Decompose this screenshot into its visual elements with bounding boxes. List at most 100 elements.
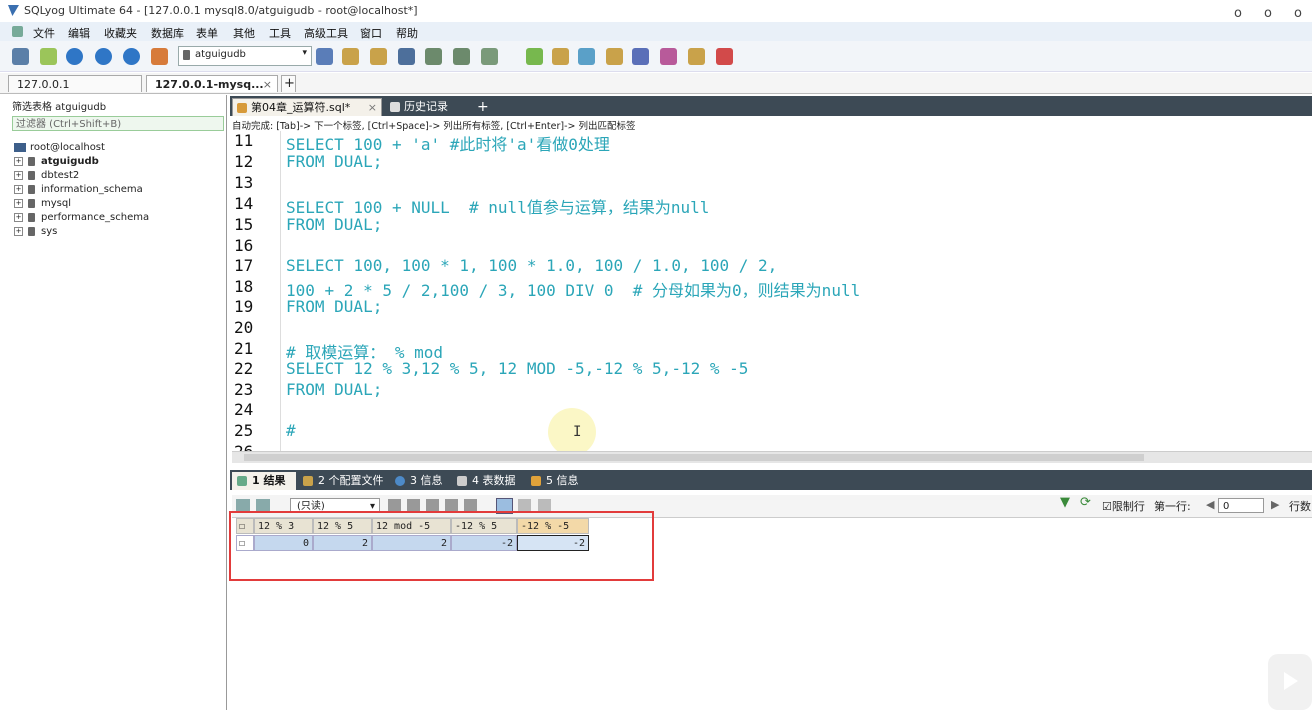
refresh-icon[interactable] xyxy=(464,499,477,511)
connection-tab-active[interactable]: 127.0.0.1-mysq... × xyxy=(146,75,278,92)
limit-rows-label: 限制行 xyxy=(1111,500,1145,513)
expand-icon[interactable]: + xyxy=(14,198,23,208)
expand-icon[interactable]: + xyxy=(14,212,23,222)
schema-designer-icon[interactable] xyxy=(481,48,498,65)
chevron-down-icon: ▾ xyxy=(302,48,307,58)
line-number: 16 xyxy=(234,236,254,255)
line-number: 14 xyxy=(234,194,254,213)
connection-tab[interactable]: 127.0.0.1 xyxy=(8,75,142,92)
tab-table-data[interactable]: 4 表数据 xyxy=(452,472,522,490)
close-icon[interactable]: × xyxy=(368,99,377,117)
add-query-tab-button[interactable]: + xyxy=(474,98,490,116)
close-button[interactable]: o xyxy=(1294,6,1302,21)
database-select[interactable]: atguigudb ▾ xyxy=(178,46,312,66)
form-mode-icon[interactable] xyxy=(518,499,531,511)
minimize-button[interactable]: o xyxy=(1234,6,1242,21)
tree-db-label: information_schema xyxy=(41,184,143,195)
line-number: 26 xyxy=(234,442,253,451)
sync-icon[interactable] xyxy=(398,48,415,65)
expand-icon[interactable]: + xyxy=(14,170,23,180)
copy-db-icon[interactable] xyxy=(578,48,595,65)
save-icon[interactable] xyxy=(426,499,439,511)
expand-icon[interactable]: + xyxy=(14,156,23,166)
backup-icon[interactable] xyxy=(342,48,359,65)
execute-all-icon[interactable] xyxy=(95,48,112,65)
duplicate-row-icon[interactable] xyxy=(407,499,420,511)
menu-tools[interactable]: 工具 xyxy=(269,25,291,41)
next-page-icon[interactable]: ▶ xyxy=(1271,498,1279,511)
expand-icon[interactable]: + xyxy=(14,184,23,194)
sql-editor[interactable]: 11 12 13 14 15 16 17 18 19 20 21 22 23 2… xyxy=(232,131,1312,451)
menu-table[interactable]: 表单 xyxy=(196,25,218,41)
tab-messages[interactable]: 3 信息 xyxy=(390,472,446,490)
menu-advanced-tools[interactable]: 高级工具 xyxy=(304,25,348,41)
restore-icon[interactable] xyxy=(370,48,387,65)
new-query-icon[interactable] xyxy=(40,48,57,65)
menu-database[interactable]: 数据库 xyxy=(151,25,184,41)
query-tab[interactable]: 第04章_运算符.sql* × xyxy=(232,98,382,116)
filter-icon[interactable]: ▼ xyxy=(1060,495,1070,510)
add-connection-tab-button[interactable]: + xyxy=(281,75,296,92)
history-tab-label: 历史记录 xyxy=(404,100,448,113)
first-row-input[interactable]: 0 xyxy=(1218,498,1264,513)
menu-file[interactable]: 文件 xyxy=(33,25,55,41)
expand-icon[interactable]: + xyxy=(14,226,23,236)
export-results-icon[interactable] xyxy=(256,499,270,511)
history-tab[interactable]: 历史记录 xyxy=(386,98,474,116)
line-number: 20 xyxy=(234,318,254,337)
video-play-overlay[interactable] xyxy=(1268,654,1312,710)
execute-icon[interactable] xyxy=(66,48,83,65)
reset-filter-icon[interactable]: ⟳ xyxy=(1080,495,1091,510)
autocomplete-hint: 自动完成: [Tab]-> 下一个标签, [Ctrl+Space]-> 列出所有… xyxy=(232,121,636,132)
limit-rows-checkbox[interactable]: ☑限制行 xyxy=(1102,498,1145,514)
profile-icon xyxy=(303,476,313,486)
tree-db-sys[interactable]: + sys xyxy=(14,226,57,237)
user-icon[interactable] xyxy=(316,48,333,65)
query-builder-icon[interactable] xyxy=(632,48,649,65)
tree-db-information-schema[interactable]: + information_schema xyxy=(14,184,143,195)
table-icon[interactable] xyxy=(425,48,442,65)
line-number: 21 xyxy=(234,339,254,358)
scrollbar-thumb[interactable] xyxy=(244,454,1144,461)
notifications-icon[interactable] xyxy=(716,48,733,65)
editor-horizontal-scrollbar[interactable] xyxy=(232,451,1312,463)
filter-title: 筛选表格 atguigudb xyxy=(12,102,107,113)
report-icon[interactable] xyxy=(688,48,705,65)
view-icon[interactable] xyxy=(453,48,470,65)
query-tab-label: 第04章_运算符.sql* xyxy=(251,101,351,114)
tree-db-performance-schema[interactable]: + performance_schema xyxy=(14,212,149,223)
database-icon xyxy=(28,198,35,208)
code-line: SELECT 100, 100 * 1, 100 * 1.0, 100 / 1.… xyxy=(286,256,778,275)
tree-db-dbtest2[interactable]: + dbtest2 xyxy=(14,170,79,181)
add-row-icon[interactable] xyxy=(388,499,401,511)
data-sync-icon[interactable] xyxy=(606,48,623,65)
import-icon[interactable] xyxy=(526,48,543,65)
prev-page-icon[interactable]: ◀ xyxy=(1206,498,1214,511)
title-bar: SQLyog Ultimate 64 - [127.0.0.1 mysql8.0… xyxy=(0,0,1312,22)
tab-result[interactable]: 1 结果 xyxy=(232,472,296,490)
new-connection-icon[interactable] xyxy=(12,48,29,65)
menu-other[interactable]: 其他 xyxy=(233,25,255,41)
line-number: 12 xyxy=(234,152,254,171)
tree-db-mysql[interactable]: + mysql xyxy=(14,198,71,209)
connection-tab-label: 127.0.0.1-mysq... xyxy=(155,78,264,91)
tree-root[interactable]: root@localhost xyxy=(14,142,105,153)
text-mode-icon[interactable] xyxy=(538,499,551,511)
grid-view-icon[interactable] xyxy=(236,499,250,511)
stop-icon[interactable] xyxy=(123,48,140,65)
filter-input[interactable]: 过滤器 (Ctrl+Shift+B) xyxy=(12,116,224,131)
schema-icon[interactable] xyxy=(151,48,168,65)
close-icon[interactable]: × xyxy=(263,76,272,93)
menu-edit[interactable]: 编辑 xyxy=(68,25,90,41)
menu-favorites[interactable]: 收藏夹 xyxy=(104,25,137,41)
menu-help[interactable]: 帮助 xyxy=(396,25,418,41)
document-icon xyxy=(12,26,23,37)
maximize-button[interactable]: o xyxy=(1264,6,1272,21)
menu-window[interactable]: 窗口 xyxy=(360,25,382,41)
export-icon[interactable] xyxy=(552,48,569,65)
tree-db-atguigudb[interactable]: + atguigudb xyxy=(14,156,99,167)
query-profiler-icon[interactable] xyxy=(660,48,677,65)
tab-info[interactable]: 5 信息 xyxy=(526,472,582,490)
delete-icon[interactable] xyxy=(445,499,458,511)
tab-profile[interactable]: 2 个配置文件 xyxy=(298,472,386,490)
